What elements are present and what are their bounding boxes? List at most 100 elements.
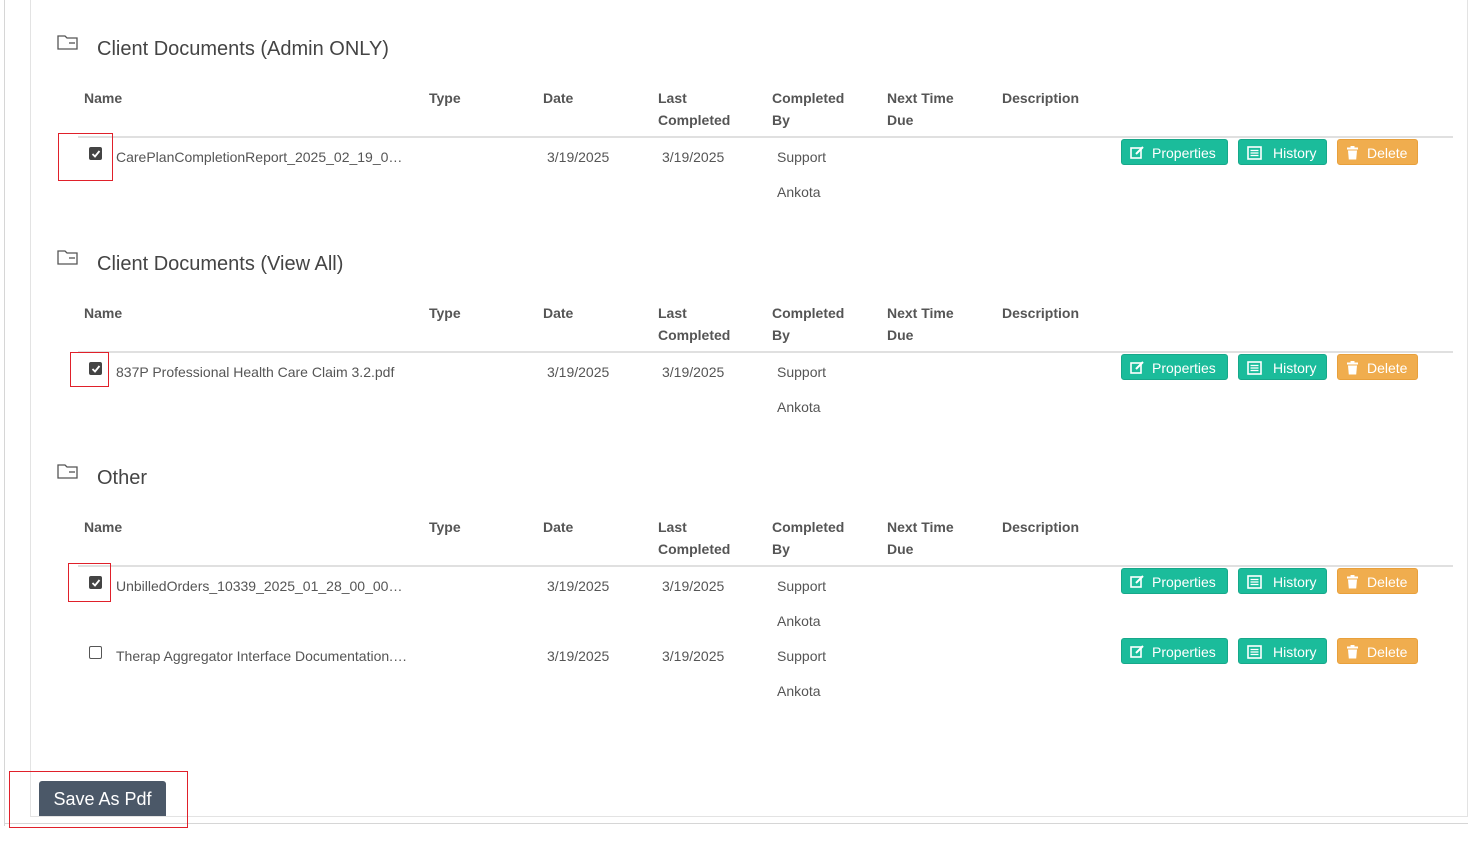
history-button[interactable]: History (1238, 638, 1327, 664)
history-label: History (1273, 574, 1317, 590)
delete-button[interactable]: Delete (1337, 139, 1418, 165)
document-name-link[interactable]: CarePlanCompletionReport_2025_02_19_00_0… (116, 147, 408, 167)
cell-date: 3/19/2025 (547, 364, 610, 380)
col-header-type: Type (429, 90, 461, 106)
col-header-text: Completed (772, 90, 845, 106)
delete-button[interactable]: Delete (1337, 638, 1418, 664)
delete-button[interactable]: Delete (1337, 354, 1418, 380)
col-header-date: Date (543, 305, 574, 321)
header-divider (78, 351, 1453, 353)
section-title: Other (97, 467, 148, 489)
document-name-link[interactable]: UnbilledOrders_10339_2025_01_28_00_00_00… (116, 576, 408, 596)
col-header-date: Date (543, 519, 574, 535)
properties-button[interactable]: Properties (1121, 638, 1228, 664)
outer-border-left (4, 0, 5, 826)
properties-label: Properties (1152, 644, 1216, 660)
col-header-text: By (772, 112, 790, 128)
delete-label: Delete (1367, 360, 1408, 376)
cell-completed-by: Support (777, 578, 827, 594)
col-header-description: Description (1002, 519, 1080, 535)
panel-border-right (1467, 0, 1468, 816)
edit-icon (1130, 575, 1144, 588)
properties-button[interactable]: Properties (1121, 354, 1228, 380)
col-header-text: Next Time (887, 90, 954, 106)
col-header-last-completed: Last Completed (658, 302, 730, 346)
list-icon (1247, 146, 1262, 160)
col-header-type: Type (429, 519, 461, 535)
col-header-completed-by: Completed By (772, 516, 844, 560)
panel-border-left (30, 0, 31, 816)
section-title: Client Documents (View All) (97, 253, 344, 275)
col-header-text: Due (887, 327, 914, 343)
document-name-link[interactable]: 837P Professional Health Care Claim 3.2.… (116, 362, 408, 382)
col-header-name: Name (84, 519, 123, 535)
col-header-text: Last (658, 90, 687, 106)
col-header-text: Due (887, 112, 914, 128)
col-header-text: Completed (658, 327, 731, 343)
col-header-text: Next Time (887, 519, 954, 535)
delete-label: Delete (1367, 574, 1408, 590)
panel-border-bottom (30, 816, 1468, 817)
delete-button[interactable]: Delete (1337, 568, 1418, 594)
header-divider (78, 565, 1453, 567)
col-header-text: Completed (658, 112, 731, 128)
folder-open-icon[interactable] (56, 462, 80, 482)
history-label: History (1273, 644, 1317, 660)
properties-label: Properties (1152, 574, 1216, 590)
col-header-type: Type (429, 305, 461, 321)
cell-completed-by: Ankota (777, 399, 821, 415)
properties-button[interactable]: Properties (1121, 568, 1228, 594)
edit-icon (1130, 645, 1144, 658)
col-header-text: Completed (772, 519, 845, 535)
cell-date: 3/19/2025 (547, 578, 610, 594)
col-header-last-completed: Last Completed (658, 87, 730, 131)
cell-date: 3/19/2025 (547, 648, 610, 664)
col-header-name: Name (84, 90, 123, 106)
col-header-text: Last (658, 305, 687, 321)
row-checkbox[interactable] (89, 646, 102, 659)
history-label: History (1273, 360, 1317, 376)
cell-completed-by: Ankota (777, 613, 821, 629)
cell-completed-by: Support (777, 364, 827, 380)
col-header-completed-by: Completed By (772, 302, 844, 346)
col-header-text: Completed (658, 541, 731, 557)
history-button[interactable]: History (1238, 354, 1327, 380)
col-header-text: Completed (772, 305, 845, 321)
col-header-next-time-due: Next Time Due (887, 516, 954, 560)
cell-completed-by: Ankota (777, 683, 821, 699)
history-button[interactable]: History (1238, 139, 1327, 165)
properties-label: Properties (1152, 145, 1216, 161)
properties-button[interactable]: Properties (1121, 139, 1228, 165)
col-header-completed-by: Completed By (772, 87, 844, 131)
col-header-name: Name (84, 305, 123, 321)
trash-icon (1347, 645, 1358, 659)
delete-label: Delete (1367, 644, 1408, 660)
cell-completed-by: Ankota (777, 184, 821, 200)
edit-icon (1130, 361, 1144, 374)
col-header-text: Last (658, 519, 687, 535)
trash-icon (1347, 146, 1358, 160)
folder-open-icon[interactable] (56, 248, 80, 268)
cell-date: 3/19/2025 (547, 149, 610, 165)
highlight-box (58, 133, 113, 181)
col-header-next-time-due: Next Time Due (887, 302, 954, 346)
save-as-pdf-button[interactable]: Save As Pdf (39, 781, 166, 816)
edit-icon (1130, 146, 1144, 159)
cell-last-completed: 3/19/2025 (662, 149, 725, 165)
highlight-box (70, 352, 109, 387)
history-button[interactable]: History (1238, 568, 1327, 594)
properties-label: Properties (1152, 360, 1216, 376)
col-header-text: By (772, 541, 790, 557)
folder-open-icon[interactable] (56, 33, 80, 53)
cell-last-completed: 3/19/2025 (662, 364, 725, 380)
outer-border-bottom (4, 823, 1468, 824)
document-name-link[interactable]: Therap Aggregator Interface Documentatio… (116, 646, 408, 666)
history-label: History (1273, 145, 1317, 161)
list-icon (1247, 575, 1262, 589)
col-header-text: By (772, 327, 790, 343)
header-divider (78, 136, 1453, 138)
col-header-text: Due (887, 541, 914, 557)
trash-icon (1347, 361, 1358, 375)
section-title: Client Documents (Admin ONLY) (97, 38, 389, 60)
cell-last-completed: 3/19/2025 (662, 578, 725, 594)
